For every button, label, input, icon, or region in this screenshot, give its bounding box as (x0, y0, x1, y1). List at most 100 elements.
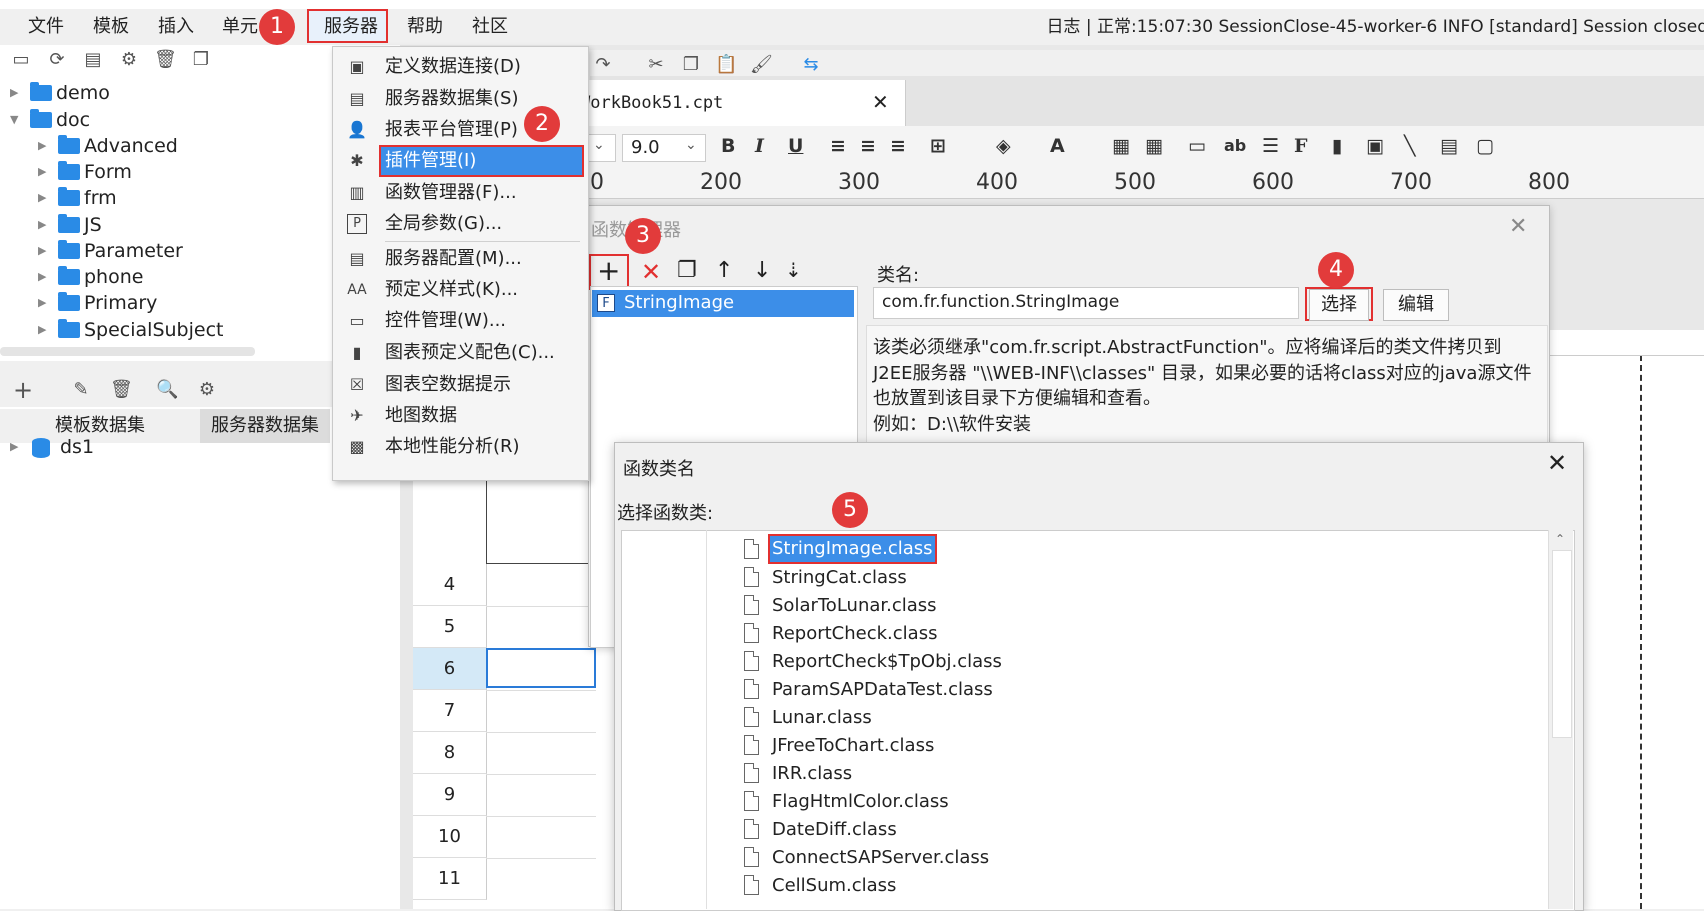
row-header[interactable]: 4 (413, 564, 487, 606)
tree-label: JS (84, 214, 102, 236)
menu-item-server-config[interactable]: ▤ 服务器配置(M)... (333, 243, 586, 275)
row-header[interactable]: 9 (413, 774, 487, 816)
row-header[interactable]: 7 (413, 690, 487, 732)
add-icon[interactable]: + (12, 378, 34, 402)
swap-icon[interactable]: ⇆ (800, 54, 822, 76)
menu-item-map-data[interactable]: ✈ 地图数据 (333, 400, 586, 432)
bold-icon[interactable]: B (721, 134, 735, 158)
align-right-icon[interactable]: ≡ (890, 134, 906, 158)
menu-insert[interactable]: 插入 (158, 9, 194, 45)
close-icon[interactable]: ✕ (872, 90, 889, 114)
add-icon[interactable]: + (597, 256, 620, 286)
italic-icon[interactable]: I (755, 134, 764, 158)
menu-item-function-manager[interactable]: ▥ 函数管理器(F)... (333, 177, 586, 209)
tab-template-dataset[interactable]: 模板数据集 (0, 409, 200, 443)
menu-template[interactable]: 模板 (93, 9, 129, 45)
scrollbar-thumb[interactable] (1552, 550, 1572, 738)
edit-icon[interactable]: ✎ (70, 379, 92, 401)
tree-label: Primary (84, 292, 158, 314)
expand-icon[interactable]: ▶ (38, 184, 46, 212)
delete-icon[interactable]: 🗑 (154, 49, 177, 71)
row-header[interactable]: 8 (413, 732, 487, 774)
horizontal-scrollbar[interactable] (0, 347, 255, 356)
class-name-input[interactable]: com.fr.function.StringImage (873, 287, 1299, 319)
font-size-select[interactable]: 9.0 ⌄ (622, 134, 706, 162)
row-header-selected[interactable]: 6 (413, 648, 487, 690)
collapse-icon[interactable]: ▼ (10, 106, 18, 134)
menu-file[interactable]: 文件 (28, 9, 64, 45)
menu-item-performance[interactable]: ▩ 本地性能分析(R) (333, 431, 586, 463)
frame-icon[interactable]: ▢ (1476, 134, 1494, 158)
menu-help[interactable]: 帮助 (407, 9, 443, 45)
fill-color-icon[interactable]: ◈ (996, 134, 1011, 158)
expand-icon[interactable]: ▶ (38, 237, 46, 265)
menu-item-data-connection[interactable]: ▣ 定义数据连接(D) (333, 51, 586, 83)
sort-icon[interactable]: ⇣ (785, 258, 802, 282)
settings-icon[interactable]: ⚙ (118, 49, 140, 71)
document-tab[interactable]: WorkBook51.cpt ✕ (540, 80, 906, 126)
settings-icon[interactable]: ⚙ (196, 379, 218, 401)
slash-icon[interactable]: ╲ (1404, 134, 1415, 158)
document-tab-title: WorkBook51.cpt (580, 93, 724, 113)
formula-icon[interactable]: F (1294, 134, 1308, 158)
image-icon[interactable]: ▣ (1366, 134, 1384, 158)
menu-server[interactable]: 服务器 (324, 9, 378, 45)
file-icon[interactable]: ▤ (82, 49, 104, 71)
move-down-icon[interactable]: ↓ (753, 258, 771, 283)
edit-button[interactable]: 编辑 (1383, 289, 1449, 321)
expand-icon[interactable]: ▶ (38, 132, 46, 160)
expand-icon[interactable]: ▶ (38, 316, 46, 344)
move-up-icon[interactable]: ↑ (715, 258, 733, 283)
close-icon[interactable]: ✕ (1509, 214, 1527, 239)
rich-text-icon[interactable]: ☰ (1262, 134, 1279, 158)
expand-icon[interactable]: ▶ (38, 263, 46, 291)
menu-item-chart-color[interactable]: ▮ 图表预定义配色(C)... (333, 337, 586, 369)
row-header[interactable]: 10 (413, 816, 487, 858)
delete-icon[interactable]: ✕ (641, 258, 661, 286)
subreport-icon[interactable]: ▤ (1440, 134, 1458, 158)
text-icon[interactable]: ab (1224, 134, 1246, 158)
menu-item-chart-empty-tip[interactable]: ☒ 图表空数据提示 (333, 369, 586, 401)
align-center-icon[interactable]: ≡ (860, 134, 876, 158)
align-left-icon[interactable]: ≡ (830, 134, 846, 158)
tab-server-dataset[interactable]: 服务器数据集 (200, 409, 330, 443)
border-icon[interactable]: ⊞ (930, 134, 946, 158)
menu-item-predefined-style[interactable]: AA 预定义样式(K)... (333, 274, 586, 306)
cut-icon[interactable]: ✂ (645, 54, 667, 76)
paste-icon[interactable]: 📋 (715, 54, 737, 76)
redo-icon[interactable]: ↷ (592, 54, 614, 76)
copy-icon[interactable]: ❐ (677, 258, 697, 283)
close-icon[interactable]: ✕ (1547, 449, 1567, 477)
delete-icon[interactable]: 🗑 (110, 379, 133, 401)
function-list-item[interactable]: F StringImage (592, 290, 854, 317)
puzzle-icon: ✱ (350, 151, 364, 170)
refresh-icon[interactable]: ⟳ (46, 49, 68, 71)
expand-icon[interactable]: ▶ (10, 79, 18, 107)
merge-icon[interactable]: ▦ (1112, 134, 1130, 158)
row-header[interactable]: 5 (413, 606, 487, 648)
copy-icon[interactable]: ❐ (190, 49, 212, 71)
vertical-scrollbar[interactable]: ⌃ (1548, 530, 1573, 909)
expand-icon[interactable]: ▶ (38, 211, 46, 239)
font-color-icon[interactable]: A (1050, 134, 1065, 158)
row-header[interactable]: 11 (413, 858, 487, 900)
new-folder-icon[interactable]: ▭ (10, 49, 32, 71)
preview-icon[interactable]: 🔍 (156, 379, 178, 401)
underline-icon[interactable]: U (788, 134, 803, 158)
copy-icon[interactable]: ❐ (680, 54, 702, 76)
menu-community[interactable]: 社区 (472, 9, 508, 45)
select-button[interactable]: 选择 (1309, 289, 1369, 321)
expand-icon[interactable]: ▶ (10, 433, 18, 461)
selected-cell[interactable] (486, 648, 596, 688)
class-tree[interactable] (621, 530, 1575, 911)
menu-item-plugin-management[interactable]: 插件管理(I) (379, 145, 584, 177)
menu-item-widget-management[interactable]: ▭ 控件管理(W)... (333, 305, 586, 337)
chart-icon[interactable]: ▮ (1332, 134, 1342, 158)
unmerge-icon[interactable]: ▦ (1145, 134, 1163, 158)
expand-icon[interactable]: ▶ (38, 158, 46, 186)
expand-icon[interactable]: ▶ (38, 289, 46, 317)
format-painter-icon[interactable]: 🖌 (750, 54, 773, 76)
text-field-icon[interactable]: ▭ (1188, 134, 1206, 158)
menu-item-global-parameter[interactable]: P 全局参数(G)... (333, 208, 586, 240)
scroll-up-icon[interactable]: ⌃ (1555, 532, 1565, 546)
